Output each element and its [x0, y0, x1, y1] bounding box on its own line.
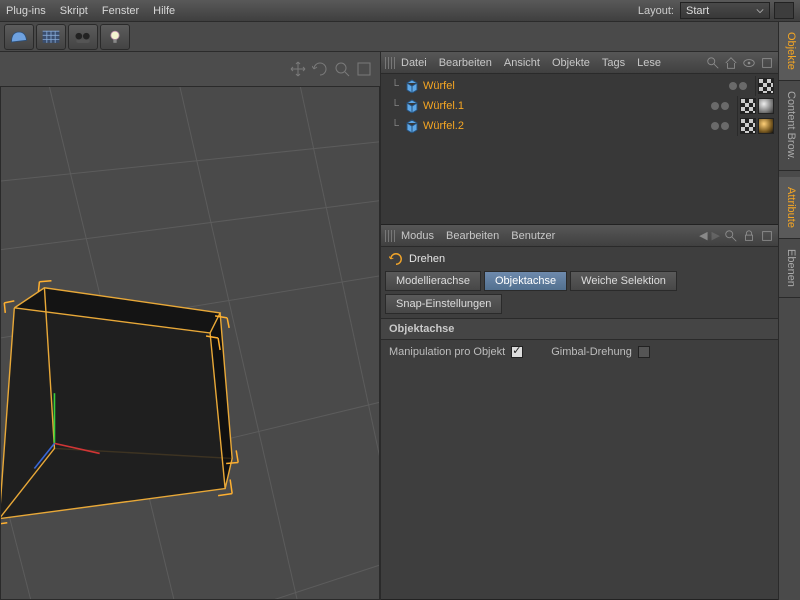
nav-back-icon[interactable]: ◀ [699, 229, 707, 242]
menu-window[interactable]: Fenster [102, 5, 139, 17]
lock-icon[interactable] [742, 229, 756, 243]
gimbal-checkbox[interactable] [638, 346, 650, 358]
side-tab-content-browser[interactable]: Content Brow. [779, 81, 800, 171]
objmgr-menu-objects[interactable]: Objekte [552, 57, 590, 69]
panel-grip-icon[interactable] [385, 230, 395, 242]
tool-deformer-button[interactable] [4, 24, 34, 50]
tool-camera-button[interactable] [68, 24, 98, 50]
top-toolbar [0, 22, 800, 52]
3d-viewport[interactable] [0, 86, 380, 600]
layout-dropdown[interactable]: Start [680, 2, 770, 19]
cube-icon [405, 119, 419, 133]
viewport-controls [0, 52, 380, 86]
manipulation-label: Manipulation pro Objekt [389, 346, 505, 358]
object-row[interactable]: └ Würfel.2 [381, 116, 778, 136]
panel-menu-icon[interactable] [760, 229, 774, 243]
objmgr-menu-edit[interactable]: Bearbeiten [439, 57, 492, 69]
visibility-dots[interactable] [711, 102, 729, 110]
cube-icon [405, 79, 419, 93]
search-icon[interactable] [724, 229, 738, 243]
search-icon[interactable] [706, 56, 720, 70]
tab-snap-settings[interactable]: Snap-Einstellungen [385, 294, 502, 314]
tool-title: Drehen [409, 253, 445, 265]
chevron-down-icon [756, 7, 764, 15]
panel-menu-icon[interactable] [760, 56, 774, 70]
objmgr-menu-file[interactable]: Datei [401, 57, 427, 69]
attr-menu-edit[interactable]: Bearbeiten [446, 230, 499, 242]
menu-help[interactable]: Hilfe [153, 5, 175, 17]
panel-grip-icon[interactable] [385, 57, 395, 69]
objmgr-menu-view[interactable]: Ansicht [504, 57, 540, 69]
side-tab-attribute[interactable]: Attribute [779, 177, 800, 239]
attr-menu-user[interactable]: Benutzer [511, 230, 555, 242]
object-name[interactable]: Würfel.1 [423, 100, 464, 112]
top-menubar: Plug-ins Skript Fenster Hilfe Layout: St… [0, 0, 800, 22]
rotate-tool-icon [389, 252, 403, 266]
visibility-dots[interactable] [729, 82, 747, 90]
object-row[interactable]: └ Würfel [381, 76, 778, 96]
manipulation-checkbox[interactable] [511, 346, 523, 358]
cube-icon [405, 99, 419, 113]
home-icon[interactable] [724, 56, 738, 70]
menu-plugins[interactable]: Plug-ins [6, 5, 46, 17]
tool-light-button[interactable] [100, 24, 130, 50]
material-tag-icon[interactable] [758, 118, 774, 134]
nav-forward-icon[interactable]: ▶ [712, 229, 720, 242]
visibility-dots[interactable] [711, 122, 729, 130]
object-name[interactable]: Würfel [423, 80, 455, 92]
phong-tag-icon[interactable] [740, 118, 756, 134]
phong-tag-icon[interactable] [740, 98, 756, 114]
menu-script[interactable]: Skript [60, 5, 88, 17]
side-tab-layers[interactable]: Ebenen [779, 239, 800, 298]
material-tag-icon[interactable] [758, 98, 774, 114]
section-title: Objektachse [381, 318, 778, 340]
side-tabstrip: Objekte Content Brow. Attribute Ebenen [778, 22, 800, 600]
maximize-icon[interactable] [356, 61, 372, 77]
tab-model-axis[interactable]: Modellierachse [385, 271, 481, 291]
object-manager-panel: Datei Bearbeiten Ansicht Objekte Tags Le… [381, 52, 778, 225]
layout-label: Layout: [638, 5, 674, 17]
object-row[interactable]: └ Würfel.1 [381, 96, 778, 116]
move-icon[interactable] [290, 61, 306, 77]
tool-floor-button[interactable] [36, 24, 66, 50]
gimbal-label: Gimbal-Drehung [551, 346, 632, 358]
attr-menu-mode[interactable]: Modus [401, 230, 434, 242]
layout-config-button[interactable] [774, 2, 794, 19]
objmgr-menu-tags[interactable]: Tags [602, 57, 625, 69]
eye-icon[interactable] [742, 56, 756, 70]
object-list: └ Würfel └ Würfel.1 [381, 74, 778, 224]
side-tab-objects[interactable]: Objekte [779, 22, 800, 81]
zoom-icon[interactable] [334, 61, 350, 77]
objmgr-menu-read[interactable]: Lese [637, 57, 661, 69]
rotate-icon[interactable] [312, 61, 328, 77]
object-name[interactable]: Würfel.2 [423, 120, 464, 132]
tab-soft-selection[interactable]: Weiche Selektion [570, 271, 677, 291]
tab-object-axis[interactable]: Objektachse [484, 271, 567, 291]
phong-tag-icon[interactable] [758, 78, 774, 94]
attribute-manager-panel: Modus Bearbeiten Benutzer ◀ ▶ Drehen Mod… [381, 225, 778, 600]
